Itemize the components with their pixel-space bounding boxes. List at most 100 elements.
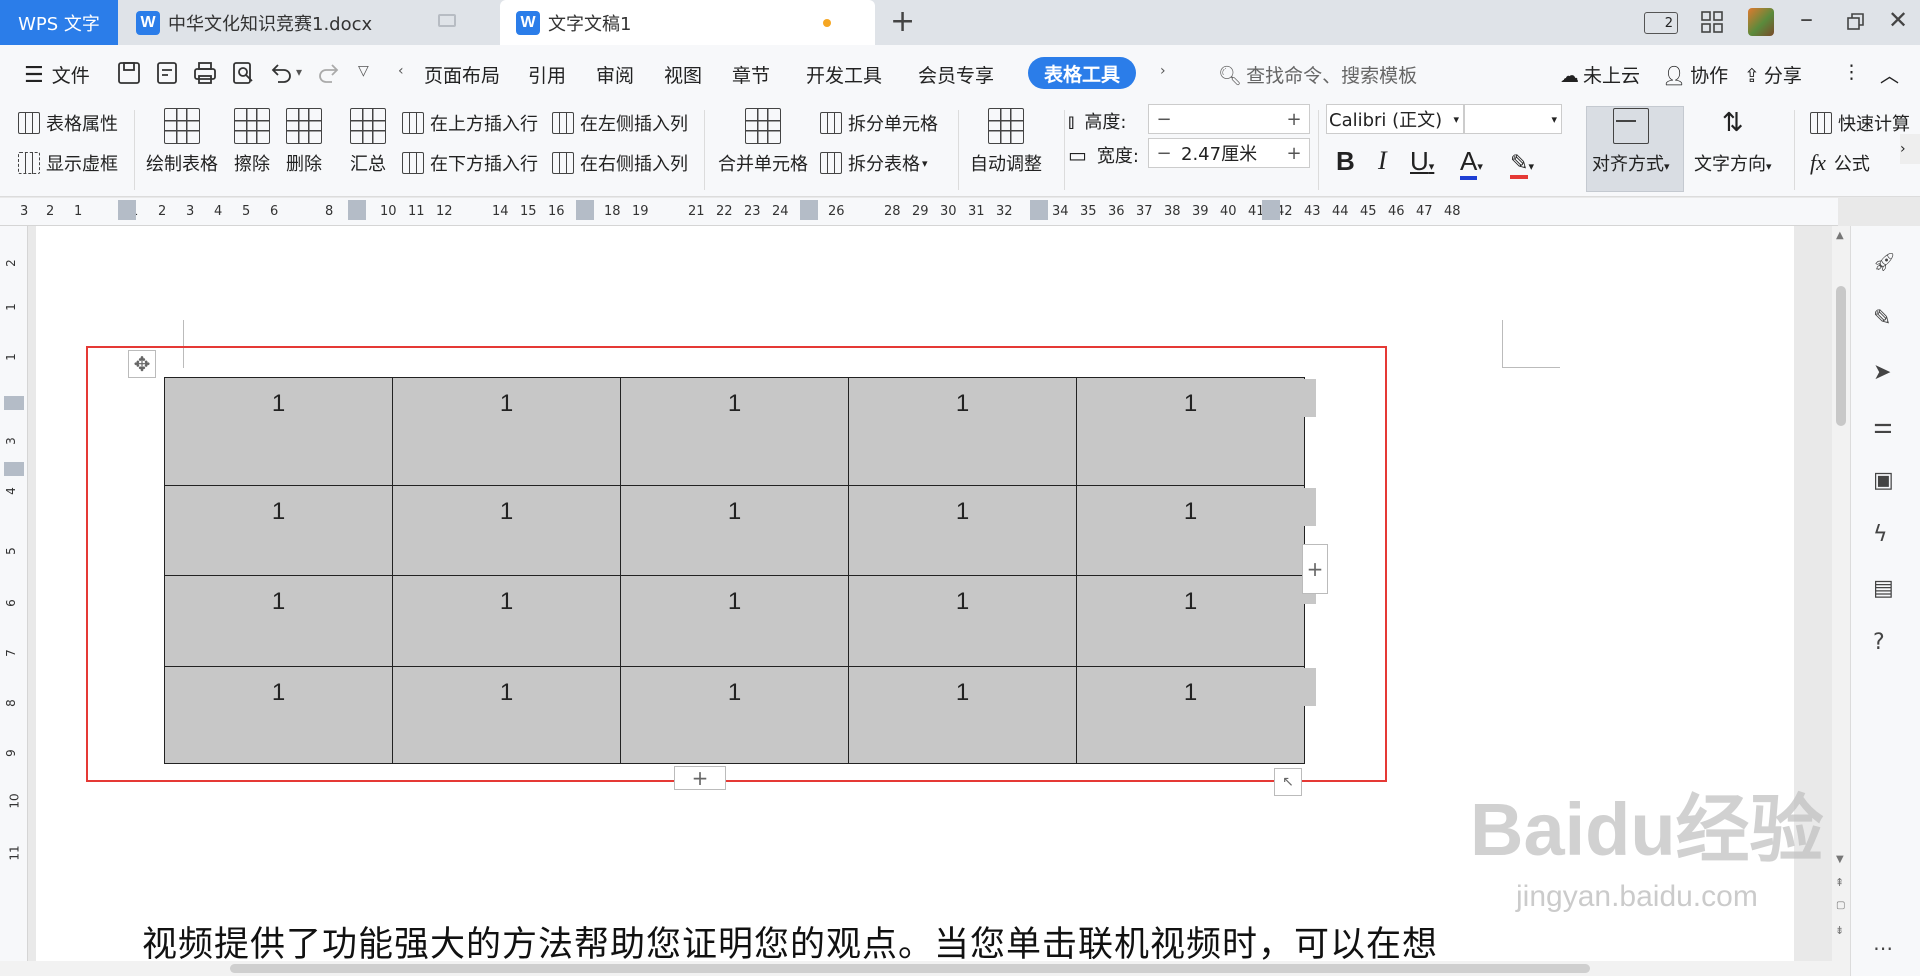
scroll-up-icon[interactable]: ▲ [1836,230,1844,241]
quick-access-dropdown-icon[interactable]: ▽ [358,63,369,79]
insert-row-below-button[interactable]: 在下方插入行 [402,150,538,176]
doc-tab-1[interactable]: W 中华文化知识竞赛1.docx [120,0,496,45]
more-icon[interactable]: ⋯ [1873,936,1899,962]
table-cell[interactable]: 1 [848,575,1077,667]
table-cell[interactable]: 1 [620,666,849,764]
draw-table-button[interactable]: 绘制表格 [146,108,218,176]
underline-button[interactable]: U▾ [1410,146,1434,177]
doc-tab-2[interactable]: W 文字文稿1 [500,0,875,45]
italic-button[interactable]: I [1378,146,1387,176]
table-cell[interactable]: 1 [392,485,621,576]
insert-col-left-button[interactable]: 在左侧插入列 [552,110,688,136]
column-boundary-marker[interactable] [118,200,136,220]
vertical-scroll-thumb[interactable] [1836,286,1846,426]
redo-icon[interactable] [316,60,342,86]
align-button[interactable]: 对齐方式▾ [1592,108,1670,176]
font-color-button[interactable]: A▾ [1460,146,1483,180]
decrease-height-button[interactable]: − [1149,109,1179,130]
column-boundary-marker[interactable] [576,200,594,220]
share-button[interactable]: ⇪ 分享 [1744,61,1802,88]
horizontal-scrollbar[interactable] [0,961,1850,976]
horizontal-scroll-thumb[interactable] [230,964,1590,973]
column-boundary-marker[interactable] [348,200,366,220]
menu-member[interactable]: 会员专享 [918,61,994,88]
collapse-ribbon-icon[interactable]: ︿ [1880,61,1899,88]
bold-button[interactable]: B [1336,146,1355,177]
insert-row-above-button[interactable]: 在上方插入行 [402,110,538,136]
sliders-icon[interactable]: ⚌ [1873,414,1899,440]
decrease-width-button[interactable]: − [1149,143,1179,164]
lightning-icon[interactable]: ϟ [1873,522,1899,548]
ribbon-scroll-right-icon[interactable]: › [1900,134,1920,164]
table-cell[interactable]: 1 [848,485,1077,576]
restore-button[interactable] [1846,12,1866,32]
print-preview-icon[interactable] [230,60,256,86]
font-size-select[interactable]: ▾ [1464,104,1562,134]
table-cell[interactable]: 1 [620,485,849,576]
formula-button[interactable]: fx 公式 [1810,150,1870,176]
col-width-field[interactable]: −2.47厘米 + [1148,138,1310,168]
horizontal-ruler[interactable]: 3211234568910111214151617181921222324252… [0,198,1838,226]
file-menu[interactable]: ☰ 文件 [24,61,90,88]
table-move-handle[interactable]: ✥ [128,350,156,378]
table-cell[interactable]: 1 [848,666,1077,764]
table-cell[interactable]: 1 [164,377,393,486]
help-icon[interactable]: ? [1873,630,1899,656]
rocket-icon[interactable]: 🚀︎ [1873,252,1899,278]
insert-col-right-button[interactable]: 在右侧插入列 [552,150,688,176]
grid-apps-icon[interactable] [1700,10,1724,34]
increase-height-button[interactable]: + [1279,109,1309,130]
vertical-ruler[interactable]: 2 1 1 3 4 5 6 7 8 9 10 11 [0,226,28,976]
column-boundary-marker[interactable] [800,200,818,220]
next-page-icon[interactable]: ⇟ [1835,924,1844,937]
row-height-field[interactable]: − + [1148,104,1310,134]
menu-developer[interactable]: 开发工具 [806,61,882,88]
prev-page-icon[interactable]: ⇞ [1835,876,1844,889]
table-cell[interactable]: 1 [392,377,621,486]
table-cell[interactable]: 1 [848,377,1077,486]
erase-button[interactable]: 擦除 [234,108,270,176]
row-boundary-marker[interactable] [4,462,24,476]
book-search-icon[interactable]: ▤ [1873,576,1899,602]
menu-view[interactable]: 视图 [664,61,702,88]
column-boundary-marker[interactable] [1030,200,1048,220]
minimize-button[interactable]: – [1800,4,1813,34]
row-boundary-marker[interactable] [4,396,24,410]
window-counter-button[interactable]: 2 [1644,12,1678,34]
summary-button[interactable]: 汇总 [350,108,386,176]
text-direction-button[interactable]: ⇅ 文字方向▾ [1694,108,1772,176]
print-icon[interactable] [192,60,218,86]
add-row-button[interactable]: + [674,766,726,790]
new-tab-button[interactable]: + [890,6,915,38]
merge-cells-button[interactable]: 合并单元格 [718,108,808,176]
select-browse-object-icon[interactable]: ▢ [1836,900,1845,911]
export-pdf-icon[interactable] [154,60,180,86]
more-options-icon[interactable]: ⋮ [1842,61,1861,83]
auto-fit-button[interactable]: 自动调整 [970,108,1042,176]
col-width-value[interactable]: 2.47厘米 [1179,140,1279,166]
body-paragraph[interactable]: 视频提供了功能强大的方法帮助您证明您的观点。当您单击联机视频时，可以在想 [142,916,1438,967]
add-column-button[interactable]: + [1302,544,1328,594]
data-table[interactable]: 1 1 1 1 1 1 1 1 1 1 1 1 1 1 1 1 1 1 1 1 [164,377,1305,764]
table-cell[interactable]: 1 [164,666,393,764]
image-edit-icon[interactable]: ▣ [1873,468,1899,494]
menu-chapter[interactable]: 章节 [732,61,770,88]
table-cell[interactable]: 1 [392,575,621,667]
undo-icon[interactable] [268,60,294,86]
table-cell[interactable]: 1 [620,377,849,486]
scroll-down-icon[interactable]: ▼ [1836,854,1844,865]
menu-references[interactable]: 引用 [528,61,566,88]
undo-dropdown-icon[interactable]: ▾ [296,65,302,79]
column-boundary-marker[interactable] [1262,200,1280,220]
tab-table-tools[interactable]: 表格工具 [1028,57,1136,89]
scroll-left-icon[interactable]: ‹ [398,63,404,79]
increase-width-button[interactable]: + [1279,143,1309,164]
table-cell[interactable]: 1 [1076,575,1305,667]
pointer-icon[interactable]: ➤ [1873,360,1899,386]
table-properties-button[interactable]: 表格属性 [18,110,118,136]
pen-icon[interactable]: ✎ [1873,306,1899,332]
highlight-button[interactable]: ✎▾ [1510,150,1534,179]
show-gridlines-button[interactable]: 显示虚框 [18,150,118,176]
table-cell[interactable]: 1 [1076,485,1305,576]
menu-review[interactable]: 审阅 [596,61,634,88]
